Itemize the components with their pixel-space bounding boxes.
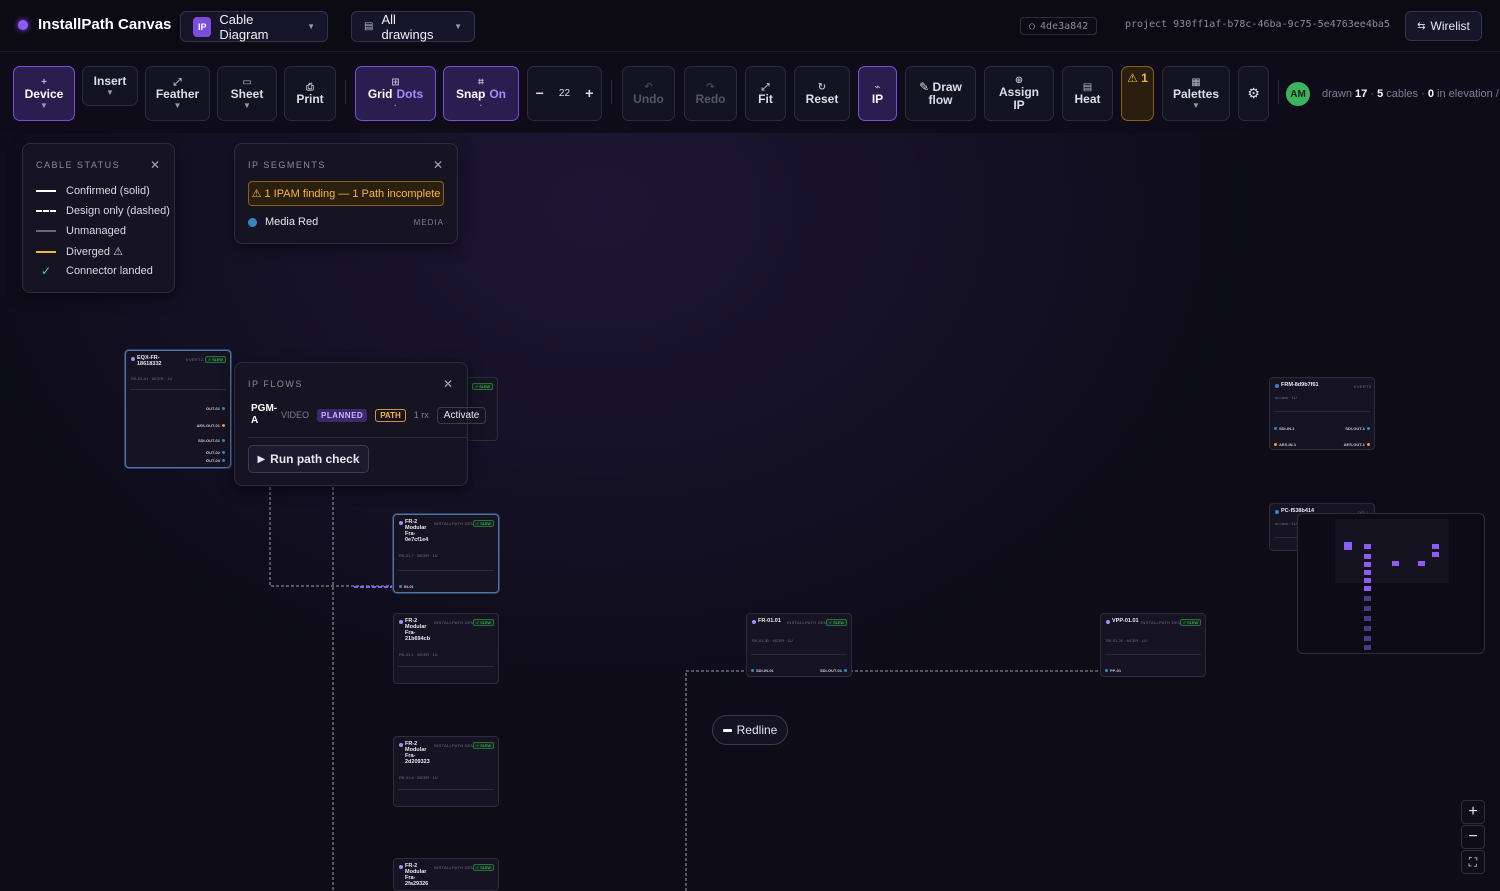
- device-node[interactable]: FR-2 Modular Fra-21b694cb INSTALLPATH DE…: [393, 613, 499, 684]
- zoom-out-button[interactable]: −: [1461, 825, 1485, 849]
- play-icon: ▶: [257, 453, 266, 465]
- device-node[interactable]: FR-2 Modular Fra-0e7cf1e4 INSTALLPATH DE…: [393, 514, 499, 593]
- device-node[interactable]: FR-2 Modular Fra-2d209323 INSTALLPATH DE…: [393, 736, 499, 807]
- run-path-check-button[interactable]: ▶ Run path check: [248, 445, 369, 473]
- cable-path[interactable]: [269, 487, 392, 587]
- legend-item: Diverged ⚠: [36, 245, 123, 258]
- cable-status-panel: CABLE STATUS ✕ Confirmed (solid) Design …: [22, 143, 175, 293]
- port[interactable]: IN-01: [399, 584, 414, 589]
- activate-button[interactable]: Activate: [436, 406, 487, 424]
- port[interactable]: AES-OUT-01: [196, 423, 225, 428]
- path-badge: PATH: [375, 408, 406, 422]
- device-status-dot: [131, 357, 135, 361]
- device-node[interactable]: FRM-8d9b7f61 EVERTZ no rack · 1U SDI-IN-…: [1269, 377, 1375, 450]
- close-icon[interactable]: ✕: [443, 377, 453, 391]
- port[interactable]: OUT-01: [206, 406, 225, 411]
- segment-row[interactable]: Media Red MEDIA: [248, 216, 444, 228]
- fullscreen-button[interactable]: ⛶: [1461, 850, 1485, 874]
- status-badge: PLANNED: [317, 408, 368, 422]
- minimap[interactable]: [1297, 513, 1485, 654]
- segment-color-dot: [248, 217, 257, 227]
- port[interactable]: OUT-03: [206, 458, 225, 463]
- device-node[interactable]: VPP-01.01 INSTALLPATH DEMO ✓ SLEW RK-01.…: [1100, 613, 1206, 677]
- redline-icon: [722, 728, 732, 732]
- port[interactable]: AES-OUT-1: [1344, 442, 1370, 447]
- cable-path[interactable]: [685, 670, 747, 891]
- panel-title: IP FLOWS: [248, 379, 303, 389]
- port[interactable]: SDI-OUT-01: [198, 438, 225, 443]
- redline-button[interactable]: Redline: [712, 715, 788, 745]
- close-icon[interactable]: ✕: [433, 158, 443, 172]
- ipam-finding-alert[interactable]: ⚠ 1 IPAM finding — 1 Path incomplete: [248, 181, 444, 206]
- zoom-in-button[interactable]: +: [1461, 800, 1485, 824]
- port[interactable]: AES-IN-1: [1274, 442, 1296, 447]
- port[interactable]: PP-01: [1105, 668, 1121, 673]
- legend-item: Unmanaged: [36, 225, 126, 237]
- panel-title: CABLE STATUS: [36, 160, 121, 170]
- legend-item: ✓ Connector landed: [36, 264, 153, 278]
- ip-flows-panel: IP FLOWS ✕ PGM-A VIDEO PLANNED PATH 1 rx…: [234, 362, 487, 486]
- port[interactable]: OUT-02: [206, 450, 225, 455]
- ip-segments-panel: IP SEGMENTS ✕ ⚠ 1 IPAM finding — 1 Path …: [234, 143, 458, 244]
- legend-item: Design only (dashed): [36, 205, 170, 217]
- port[interactable]: SDI-OUT-1: [1345, 426, 1370, 431]
- panel-title: IP SEGMENTS: [248, 160, 326, 170]
- device-node[interactable]: EQX-FR-18618332 EVERTZ ✓ SLEW RK-01.A1 ·…: [125, 350, 231, 468]
- port[interactable]: SDI-OUT-01: [820, 668, 847, 673]
- port[interactable]: SDI-IN-01: [751, 668, 774, 673]
- check-icon: ✓: [40, 264, 52, 278]
- device-node[interactable]: FR-01.01 INSTALLPATH DEMO ✓ SLEW RK-01.3…: [746, 613, 852, 677]
- legend-item: Confirmed (solid): [36, 185, 150, 197]
- flow-row[interactable]: PGM-A VIDEO PLANNED PATH 1 rx Activate: [251, 403, 487, 427]
- close-icon[interactable]: ✕: [150, 158, 160, 172]
- device-node[interactable]: FR-2 Modular Fra-2fa29326 INSTALLPATH DE…: [393, 858, 499, 891]
- port[interactable]: SDI-IN-1: [1274, 426, 1295, 431]
